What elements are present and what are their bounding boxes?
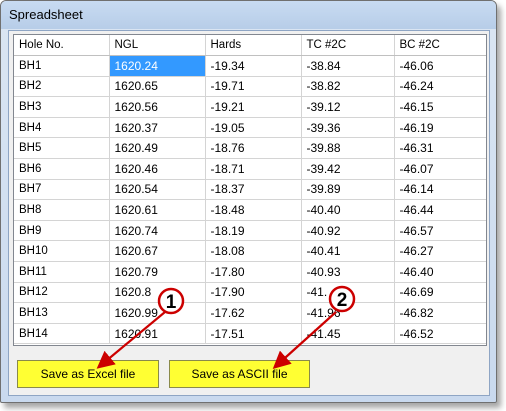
table-cell[interactable]: 1620.8 xyxy=(109,282,206,304)
table-cell[interactable]: 1620.37 xyxy=(109,117,206,139)
row-label-cell[interactable]: BH13 xyxy=(14,302,110,324)
header-row: Hole No. NGL Hards TC #2C BC #2C xyxy=(14,35,486,57)
table-cell[interactable]: -46.44 xyxy=(394,199,486,221)
table-cell[interactable]: -46.24 xyxy=(394,76,486,98)
table-cell[interactable]: -46.07 xyxy=(394,158,486,180)
table-cell[interactable]: 1620.79 xyxy=(109,261,206,283)
table-cell[interactable]: -18.08 xyxy=(205,240,302,263)
column-header[interactable]: TC #2C xyxy=(301,35,395,57)
table-cell[interactable]: -41. xyxy=(301,282,395,304)
table-cell[interactable]: -18.48 xyxy=(205,199,302,221)
table-cell[interactable]: 1620.54 xyxy=(109,179,206,201)
row-label-cell[interactable]: BH5 xyxy=(14,137,110,160)
table-cell[interactable]: 1620.91 xyxy=(109,323,206,345)
table-row: BH10 1620.67 -18.08 -40.41 -46.27 xyxy=(14,240,486,263)
table-row: BH2 1620.65 -19.71 -38.82 -46.24 xyxy=(14,76,486,98)
table-row: BH7 1620.54 -18.37 -39.89 -46.14 xyxy=(14,179,486,201)
table-row: BH12 1620.8 -17.90 -41. -46.69 xyxy=(14,282,486,304)
table-cell[interactable]: -40.40 xyxy=(301,199,395,221)
table-cell[interactable]: -17.90 xyxy=(205,282,302,304)
row-label-cell[interactable]: BH8 xyxy=(14,199,110,221)
table-row: BH11 1620.79 -17.80 -40.93 -46.40 xyxy=(14,261,486,283)
table-row: BH9 1620.74 -18.19 -40.92 -46.57 xyxy=(14,220,486,242)
row-label-cell[interactable]: BH11 xyxy=(14,261,110,283)
data-grid[interactable]: Hole No. NGL Hards TC #2C BC #2C BH1 1620… xyxy=(13,34,487,346)
row-label-cell[interactable]: BH6 xyxy=(14,158,110,180)
table-cell[interactable]: -19.05 xyxy=(205,117,302,139)
row-label-cell[interactable]: BH4 xyxy=(14,117,110,139)
table-cell[interactable]: -46.14 xyxy=(394,179,486,201)
table-row: BH13 1620.99 -17.62 -41.96 -46.82 xyxy=(14,302,486,324)
table-cell[interactable]: -46.27 xyxy=(394,240,486,263)
row-label-cell[interactable]: BH10 xyxy=(14,240,110,263)
table-cell[interactable]: -39.88 xyxy=(301,137,395,160)
table-cell[interactable]: -46.40 xyxy=(394,261,486,283)
table-cell[interactable]: 1620.49 xyxy=(109,137,206,160)
table-row: BH1 1620.24 -19.34 -38.84 -46.06 xyxy=(14,55,486,77)
table-cell[interactable]: -17.62 xyxy=(205,302,302,324)
save-excel-button[interactable]: Save as Excel file xyxy=(17,360,159,388)
table-cell[interactable]: 1620.74 xyxy=(109,220,206,242)
table-cell[interactable]: 1620.46 xyxy=(109,158,206,180)
table-cell[interactable]: -39.89 xyxy=(301,179,395,201)
column-header[interactable]: Hole No. xyxy=(14,35,110,57)
row-label-cell[interactable]: BH2 xyxy=(14,76,110,98)
table-cell[interactable]: -46.06 xyxy=(394,55,486,77)
spreadsheet-window: Spreadsheet Hole No. NGL Hards TC #2C BC… xyxy=(0,0,497,403)
row-label-cell[interactable]: BH14 xyxy=(14,323,110,345)
table-cell[interactable]: -46.82 xyxy=(394,302,486,324)
column-header[interactable]: BC #2C xyxy=(394,35,486,57)
column-header[interactable]: NGL xyxy=(109,35,206,57)
table-cell[interactable]: -46.15 xyxy=(394,96,486,118)
table-cell[interactable]: -46.69 xyxy=(394,282,486,304)
table-row: BH5 1620.49 -18.76 -39.88 -46.31 xyxy=(14,137,486,160)
table-cell[interactable]: -41.96 xyxy=(301,302,395,324)
column-header[interactable]: Hards xyxy=(205,35,302,57)
row-label-cell[interactable]: BH7 xyxy=(14,179,110,201)
table-cell[interactable]: -18.71 xyxy=(205,158,302,180)
table-cell[interactable]: -41.45 xyxy=(301,323,395,345)
table-cell[interactable]: -17.51 xyxy=(205,323,302,345)
table-cell[interactable]: -18.37 xyxy=(205,179,302,201)
table-cell[interactable]: -19.21 xyxy=(205,96,302,118)
table-cell[interactable]: -40.93 xyxy=(301,261,395,283)
table-cell[interactable]: -46.31 xyxy=(394,137,486,160)
table-row: BH4 1620.37 -19.05 -39.36 -46.19 xyxy=(14,117,486,139)
window-client-area: Hole No. NGL Hards TC #2C BC #2C BH1 1620… xyxy=(8,30,490,396)
row-label-cell[interactable]: BH12 xyxy=(14,282,110,304)
spreadsheet-table: Hole No. NGL Hards TC #2C BC #2C BH1 1620… xyxy=(14,35,486,345)
table-cell[interactable]: -40.41 xyxy=(301,240,395,263)
table-cell[interactable]: -39.12 xyxy=(301,96,395,118)
table-cell[interactable]: 1620.61 xyxy=(109,199,206,221)
table-cell[interactable]: -39.42 xyxy=(301,158,395,180)
table-row: BH6 1620.46 -18.71 -39.42 -46.07 xyxy=(14,158,486,180)
table-cell[interactable]: 1620.99 xyxy=(109,302,206,324)
table-cell[interactable]: -17.80 xyxy=(205,261,302,283)
table-cell[interactable]: -18.76 xyxy=(205,137,302,160)
table-cell[interactable]: -46.52 xyxy=(394,323,486,345)
table-cell[interactable]: 1620.24 xyxy=(109,55,206,77)
table-cell[interactable]: 1620.65 xyxy=(109,76,206,98)
row-label-cell[interactable]: BH9 xyxy=(14,220,110,242)
table-cell[interactable]: -18.19 xyxy=(205,220,302,242)
table-cell[interactable]: 1620.56 xyxy=(109,96,206,118)
table-row: BH3 1620.56 -19.21 -39.12 -46.15 xyxy=(14,96,486,118)
table-cell[interactable]: -39.36 xyxy=(301,117,395,139)
row-label-cell[interactable]: BH3 xyxy=(14,96,110,118)
table-cell[interactable]: -19.71 xyxy=(205,76,302,98)
save-ascii-button[interactable]: Save as ASCII file xyxy=(169,360,310,388)
window-title: Spreadsheet xyxy=(9,7,83,22)
title-bar[interactable]: Spreadsheet xyxy=(1,1,496,29)
table-cell[interactable]: 1620.67 xyxy=(109,240,206,263)
table-row: BH14 1620.91 -17.51 -41.45 -46.52 xyxy=(14,323,486,345)
table-cell[interactable]: -19.34 xyxy=(205,55,302,77)
table-cell[interactable]: -38.82 xyxy=(301,76,395,98)
table-cell[interactable]: -40.92 xyxy=(301,220,395,242)
table-row: BH8 1620.61 -18.48 -40.40 -46.44 xyxy=(14,199,486,221)
table-cell[interactable]: -38.84 xyxy=(301,55,395,77)
table-cell[interactable]: -46.57 xyxy=(394,220,486,242)
row-label-cell[interactable]: BH1 xyxy=(14,55,110,77)
table-cell[interactable]: -46.19 xyxy=(394,117,486,139)
